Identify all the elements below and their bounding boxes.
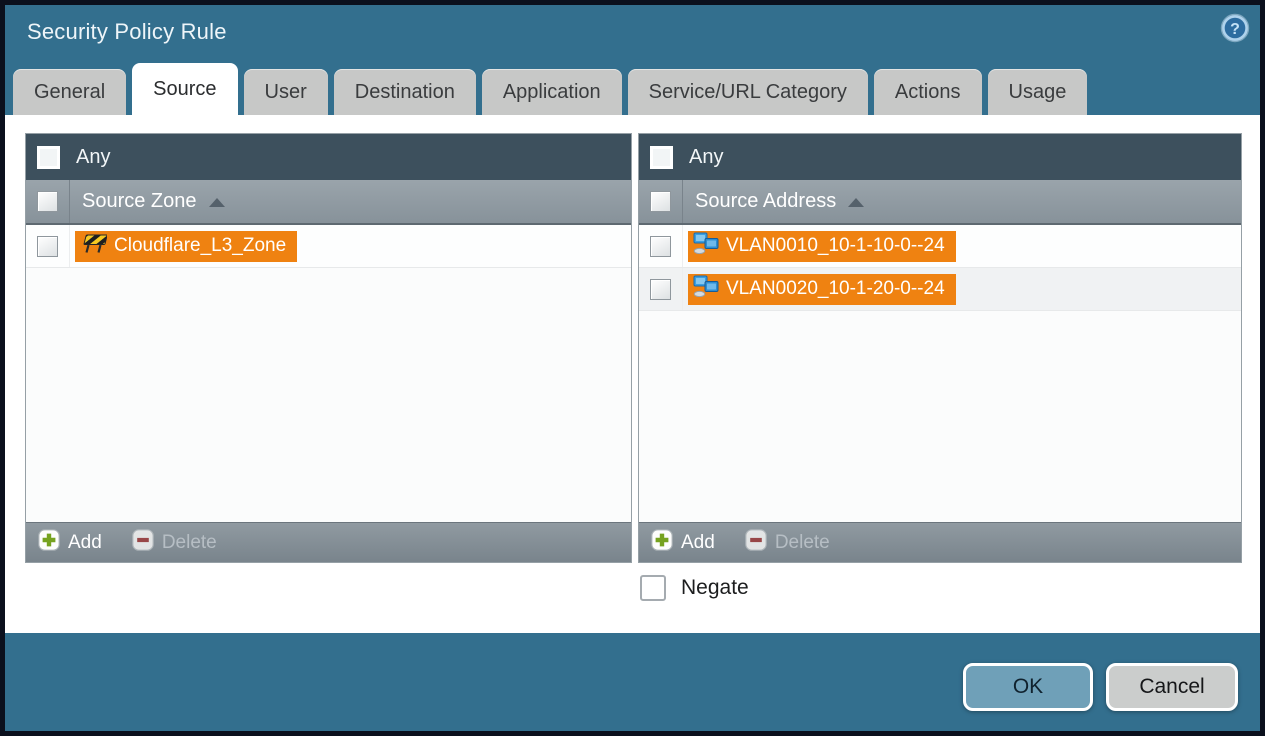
delete-zone-button[interactable]: Delete <box>132 529 217 556</box>
add-button-label: Add <box>68 531 102 553</box>
add-plus-icon <box>651 529 673 556</box>
table-row[interactable]: VLAN0020_10-1-20-0--24 <box>639 268 1241 311</box>
help-icon[interactable]: ? <box>1220 13 1250 43</box>
source-zone-any-bar: Any <box>26 134 631 180</box>
source-tab-content: Any Source Zone Cloudflare_L3_Zone Add D… <box>5 115 1260 633</box>
tab-general[interactable]: General <box>13 69 127 115</box>
source-zone-footer: Add Delete <box>26 522 631 562</box>
zone-chip[interactable]: Cloudflare_L3_Zone <box>75 230 298 262</box>
add-address-button[interactable]: Add <box>651 529 715 556</box>
zone-icon <box>80 232 108 260</box>
ok-button[interactable]: OK <box>963 663 1093 711</box>
source-address-any-label: Any <box>689 145 724 168</box>
delete-minus-icon <box>745 529 767 556</box>
address-chip[interactable]: VLAN0010_10-1-10-0--24 <box>688 230 956 262</box>
table-row[interactable]: VLAN0010_10-1-10-0--24 <box>639 225 1241 268</box>
sort-ascending-icon <box>208 198 225 207</box>
add-zone-button[interactable]: Add <box>38 529 102 556</box>
source-zone-grid: Cloudflare_L3_Zone <box>26 225 631 522</box>
tab-service-url-category[interactable]: Service/URL Category <box>627 69 868 115</box>
screen: Security Policy Rule ? General Source Us… <box>0 0 1265 736</box>
source-zone-select-all-checkbox[interactable] <box>37 191 58 212</box>
tab-user[interactable]: User <box>243 69 328 115</box>
security-policy-rule-dialog: Security Policy Rule ? General Source Us… <box>0 0 1265 736</box>
tab-usage[interactable]: Usage <box>987 69 1088 115</box>
tab-bar: General Source User Destination Applicat… <box>5 63 1260 115</box>
row-checkbox[interactable] <box>650 278 671 300</box>
delete-address-button[interactable]: Delete <box>745 529 830 556</box>
source-zone-panel: Any Source Zone Cloudflare_L3_Zone Add D… <box>25 133 632 563</box>
table-row[interactable]: Cloudflare_L3_Zone <box>26 225 631 268</box>
source-zone-column-title: Source Zone <box>82 190 197 212</box>
add-plus-icon <box>38 529 60 556</box>
source-zone-column-header[interactable]: Source Zone <box>26 180 631 225</box>
tab-destination[interactable]: Destination <box>333 69 476 115</box>
address-name: VLAN0020_10-1-20-0--24 <box>726 278 945 299</box>
address-chip[interactable]: VLAN0020_10-1-20-0--24 <box>688 273 956 305</box>
delete-button-label: Delete <box>774 531 830 553</box>
delete-button-label: Delete <box>161 531 217 553</box>
source-zone-any-label: Any <box>76 145 111 168</box>
row-checkbox[interactable] <box>650 235 671 257</box>
dialog-action-bar: OK Cancel <box>5 633 1260 726</box>
source-address-column-header[interactable]: Source Address <box>639 180 1241 225</box>
tab-source[interactable]: Source <box>132 63 238 115</box>
sort-ascending-icon <box>848 198 865 207</box>
add-button-label: Add <box>681 531 715 553</box>
source-address-any-bar: Any <box>639 134 1241 180</box>
source-address-footer: Add Delete <box>639 522 1241 562</box>
source-address-select-all-checkbox[interactable] <box>650 191 671 212</box>
help-glyph: ? <box>1230 21 1240 38</box>
source-zone-any-checkbox[interactable] <box>37 145 60 169</box>
address-icon <box>693 275 719 303</box>
address-icon <box>693 232 719 260</box>
negate-label: Negate <box>681 576 749 599</box>
zone-name: Cloudflare_L3_Zone <box>114 235 287 256</box>
negate-checkbox[interactable] <box>640 575 666 601</box>
source-address-panel: Any Source Address VLAN0010_10-1-10-0--2… <box>638 133 1242 563</box>
address-name: VLAN0010_10-1-10-0--24 <box>726 235 945 256</box>
row-checkbox[interactable] <box>37 235 58 257</box>
source-address-grid: VLAN0010_10-1-10-0--24 VLAN0020_10-1-20-… <box>639 225 1241 522</box>
delete-minus-icon <box>132 529 154 556</box>
negate-row: Negate <box>640 575 749 601</box>
title-bar: Security Policy Rule ? <box>5 5 1260 63</box>
source-address-column-title: Source Address <box>695 190 837 212</box>
tab-actions[interactable]: Actions <box>873 69 982 115</box>
cancel-button[interactable]: Cancel <box>1106 663 1238 711</box>
tab-application[interactable]: Application <box>481 69 622 115</box>
source-address-any-checkbox[interactable] <box>650 145 673 169</box>
dialog-title: Security Policy Rule <box>27 19 227 44</box>
